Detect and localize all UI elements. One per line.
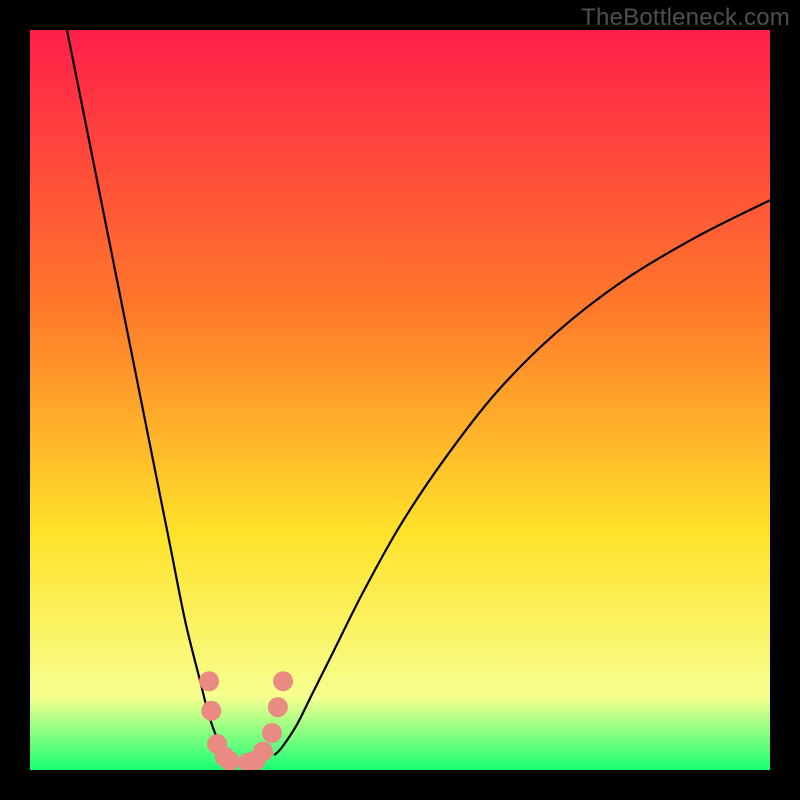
watermark-text: TheBottleneck.com <box>581 4 790 32</box>
chart-marker <box>273 671 293 691</box>
chart-plot-area <box>30 30 770 770</box>
chart-marker <box>199 671 219 691</box>
chart-marker <box>253 742 273 762</box>
chart-marker <box>201 701 221 721</box>
chart-svg <box>30 30 770 770</box>
chart-marker <box>268 697 288 717</box>
chart-marker <box>262 723 282 743</box>
chart-frame: TheBottleneck.com <box>0 0 800 800</box>
